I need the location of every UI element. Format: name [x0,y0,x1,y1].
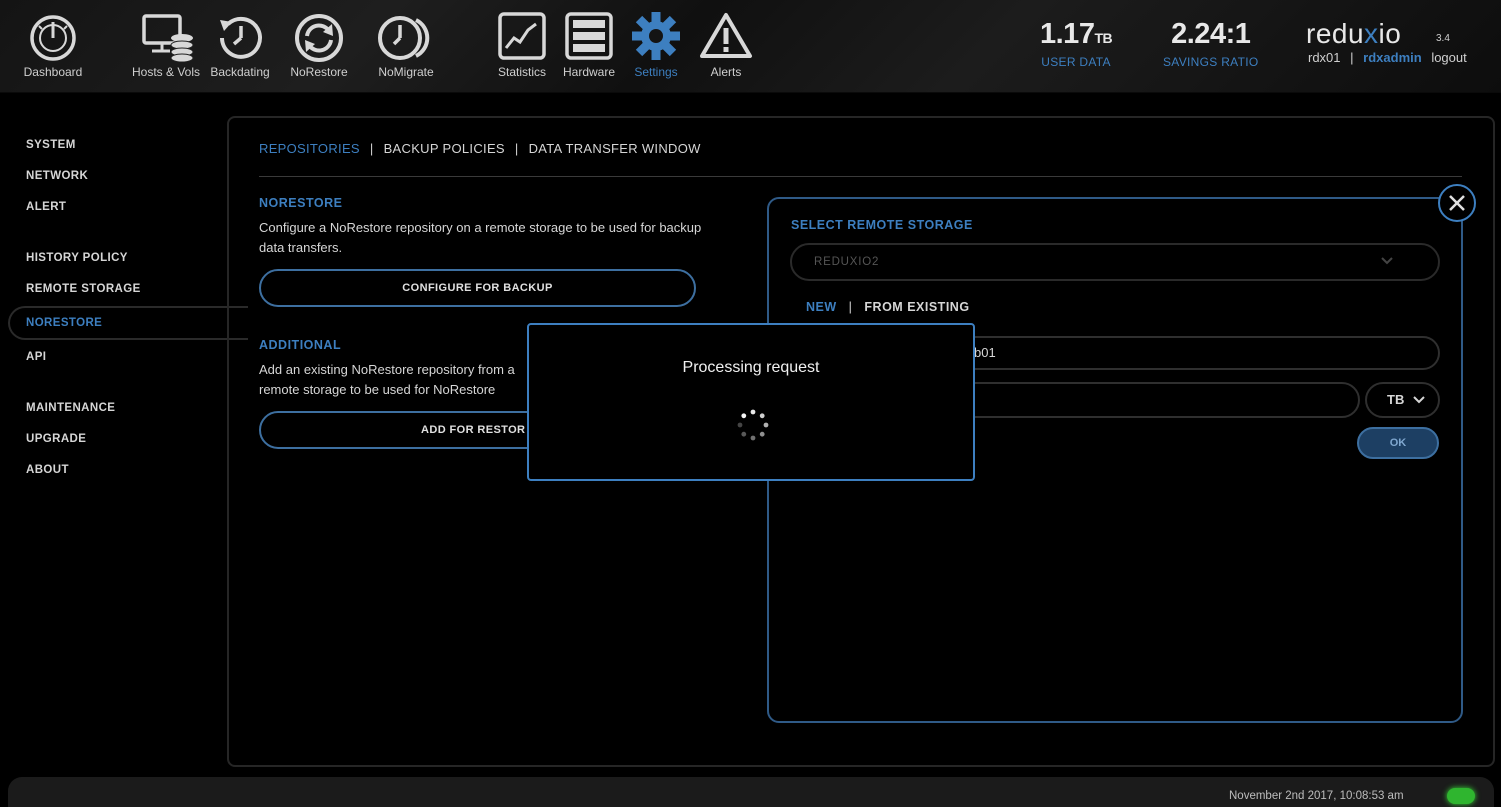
repository-name-value: b01 [974,345,996,360]
nav-settings[interactable]: Settings [618,10,694,79]
tab-backup-policies[interactable]: BACKUP POLICIES [384,141,505,156]
close-icon [1449,195,1465,211]
sync-arrows-icon [295,14,343,62]
add-for-restore-button[interactable]: ADD FOR RESTOR [259,411,559,449]
nav-nomigrate[interactable]: NoMigrate [368,10,444,79]
processing-modal: Processing request [527,323,975,481]
tab-new[interactable]: NEW [806,300,837,314]
sidebar-item-upgrade[interactable]: UPGRADE [26,433,86,445]
user-data-value: 1.17 [1040,18,1095,50]
nav-norestore[interactable]: NoRestore [281,10,357,79]
line-chart-icon [498,12,546,60]
ok-button[interactable]: OK [1357,427,1439,459]
status-indicator [1447,788,1475,804]
savings-ratio-label: SAVINGS RATIO [1163,55,1259,69]
sidebar-item-norestore[interactable]: NORESTORE [26,317,102,329]
nav-hardware[interactable]: Hardware [551,10,627,79]
nav-label: Backdating [210,65,270,79]
sidebar-item-system[interactable]: SYSTEM [26,139,76,151]
tab-data-transfer-window[interactable]: DATA TRANSFER WINDOW [529,141,701,156]
loading-spinner-icon [737,409,769,441]
nav-label: NoRestore [290,65,348,79]
monitor-db-icon [142,14,194,62]
additional-section-title: ADDITIONAL [259,338,342,352]
nav-hosts-vols[interactable]: Hosts & Vols [128,10,204,79]
tab-repositories[interactable]: REPOSITORIES [259,141,360,156]
chevron-down-icon [1413,396,1425,404]
remote-storage-select[interactable]: REDUXIO2 [790,243,1440,281]
nav-dashboard[interactable]: Dashboard [15,10,91,79]
user-data-label: USER DATA [1041,55,1111,69]
user-line: rdx01 | rdxadmin logout [1308,50,1467,65]
brand-logo: reduxio [1306,18,1402,49]
settings-tabs: REPOSITORIES | BACKUP POLICIES | DATA TRANSF… [259,141,701,156]
username-link[interactable]: rdxadmin [1363,50,1422,65]
migrate-clock-icon [378,16,430,60]
configure-for-backup-button[interactable]: CONFIGURE FOR BACKUP [259,269,696,307]
logout-link[interactable]: logout [1431,50,1466,65]
modal-title: Processing request [682,359,820,376]
tab-from-existing[interactable]: FROM EXISTING [864,300,969,314]
sidebar-item-about[interactable]: ABOUT [26,464,69,476]
nav-label: Settings [634,65,678,79]
system-name: rdx01 [1308,50,1341,65]
savings-ratio-value: 2.24:1 [1171,18,1251,50]
gear-icon [632,12,680,60]
size-unit-value: TB [1387,392,1405,407]
history-clock-icon [220,16,262,59]
close-panel-button[interactable] [1438,184,1476,222]
savings-ratio-stat: 2.24:1 SAVINGS RATIO [1163,18,1258,69]
repository-mode-tabs: NEW | FROM EXISTING [806,300,970,314]
warning-icon [700,13,752,58]
sidebar-item-remote-storage[interactable]: REMOTE STORAGE [26,283,141,295]
user-data-unit: TB [1094,30,1113,46]
sidebar-item-network[interactable]: NETWORK [26,170,88,182]
sidebar-item-api[interactable]: API [26,351,46,363]
selected-storage-value: REDUXIO2 [814,256,880,268]
nav-label: Alerts [710,65,742,79]
nav-label: Dashboard [23,65,83,79]
chevron-down-icon [1381,257,1393,265]
nav-statistics[interactable]: Statistics [484,10,560,79]
size-unit-select[interactable]: TB [1365,382,1440,418]
additional-section-description: Add an existing NoRestore repository fro… [259,362,515,397]
nav-alerts[interactable]: Alerts [688,10,764,79]
nav-label: Statistics [497,65,546,79]
nav-label: Hosts & Vols [131,65,201,79]
norestore-section-description: Configure a NoRestore repository on a re… [259,220,702,255]
gauge-icon [30,15,76,61]
sidebar-item-history-policy[interactable]: HISTORY POLICY [26,252,128,264]
user-data-stat: 1.17TB USER DATA [1040,18,1113,69]
tabs-divider [259,176,1462,177]
norestore-section-title: NORESTORE [259,196,343,210]
select-remote-storage-title: SELECT REMOTE STORAGE [791,218,973,232]
nav-backdating[interactable]: Backdating [202,10,278,79]
footer-timestamp: November 2nd 2017, 10:08:53 am [1229,790,1404,802]
nav-label: Hardware [562,65,616,79]
sidebar-item-maintenance[interactable]: MAINTENANCE [26,402,115,414]
nav-label: NoMigrate [378,65,434,79]
version-label: 3.4 [1436,33,1450,44]
server-rack-icon [565,12,613,60]
sidebar-item-alert[interactable]: ALERT [26,201,66,213]
